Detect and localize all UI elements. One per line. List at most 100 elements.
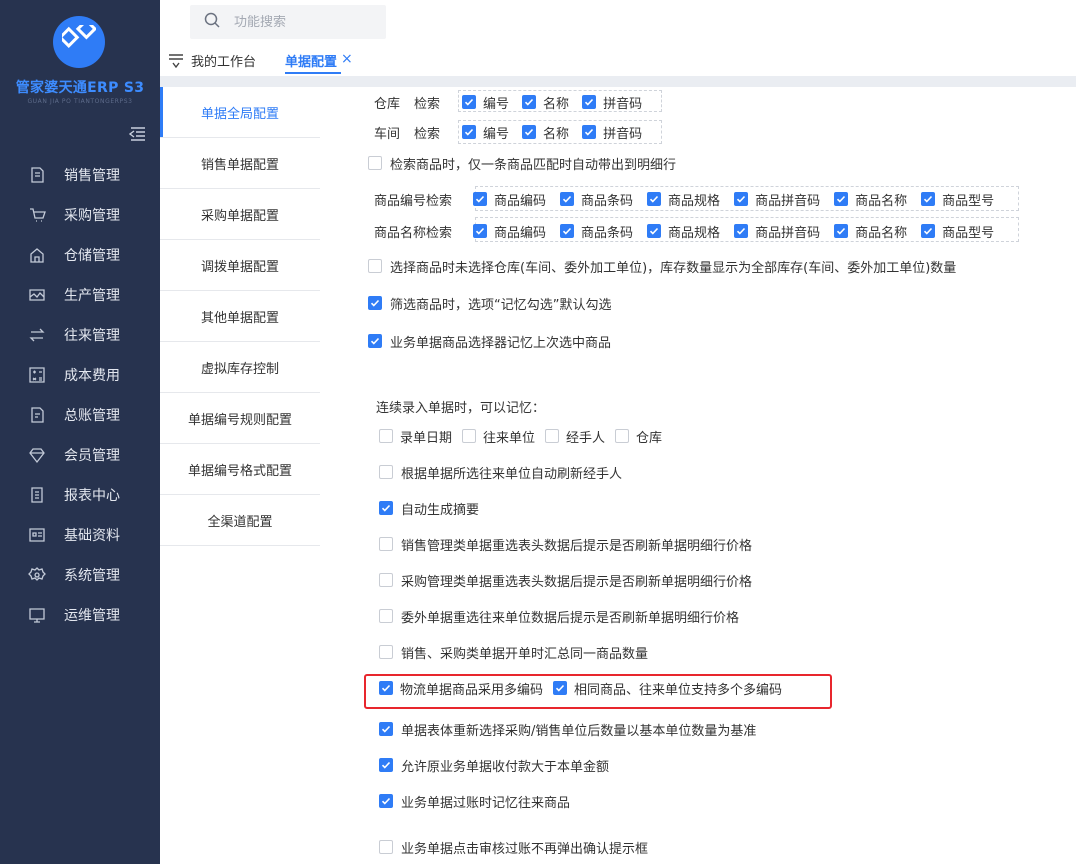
option-label: 经手人 [566, 430, 606, 446]
config-nav-item[interactable]: 全渠道配置 [160, 495, 320, 546]
checkbox-checked[interactable] [734, 192, 749, 206]
nav-item-1[interactable]: 销售管理 [0, 155, 160, 195]
settings-panel: 仓库 检索 编号 名称 拼音码 车间 检索 编号 名称 拼音码 检索商品时，仅一条商品匹配时自动带出… [320, 87, 1076, 864]
config-nav-item[interactable]: 单据编号规则配置 [160, 393, 320, 444]
checkbox-unchecked[interactable] [462, 429, 477, 443]
checkbox-checked[interactable] [582, 125, 597, 139]
checkbox-checked[interactable] [582, 95, 597, 109]
checkbox-checked[interactable] [921, 192, 936, 206]
checkbox-unchecked[interactable] [368, 156, 382, 170]
checkbox-checked[interactable] [734, 224, 749, 238]
checkbox-checked[interactable] [560, 192, 575, 206]
nav-item-11[interactable]: 系统管理 [0, 555, 160, 595]
option-label: 商品拼音码 [755, 225, 821, 241]
gear-icon [28, 566, 46, 584]
checkbox-unchecked[interactable] [379, 429, 393, 443]
nav-item-7[interactable]: 总账管理 [0, 395, 160, 435]
nav-item-9[interactable]: 报表中心 [0, 475, 160, 515]
config-nav-item[interactable]: 其他单据配置 [160, 291, 320, 342]
doc-option: 销售、采购类单据开单时汇总同一商品数量 [379, 642, 648, 662]
nav-item-2[interactable]: 采购管理 [0, 195, 160, 235]
tab-document-config[interactable]: 单据配置 [285, 51, 337, 70]
checkbox-checked[interactable] [379, 722, 393, 736]
nav-item-8[interactable]: 会员管理 [0, 435, 160, 475]
app-root: 管家婆天通ERP S3 GUAN JIA PO TIANTONGERPS3 销售… [0, 0, 1076, 864]
nav-item-4[interactable]: 生产管理 [0, 275, 160, 315]
nav-item-label: 成本费用 [64, 368, 120, 384]
checkbox-checked[interactable] [522, 125, 537, 139]
remember-last-option: 业务单据商品选择器记忆上次选中商品 [368, 331, 611, 351]
config-nav-item[interactable]: 虚拟库存控制 [160, 342, 320, 393]
nav-item-6[interactable]: 成本费用 [0, 355, 160, 395]
brand-name: 管家婆天通ERP S3 [15, 80, 145, 96]
tab-workbench[interactable]: 我的工作台 [191, 51, 256, 70]
option-label: 商品编码 [494, 225, 547, 241]
option-label: 商品名称 [855, 225, 908, 241]
search-icon [204, 12, 220, 32]
nav-item-5[interactable]: 往来管理 [0, 315, 160, 355]
checkbox-unchecked[interactable] [379, 537, 393, 551]
checkbox-checked[interactable] [473, 224, 488, 238]
checkbox-unchecked[interactable] [379, 840, 393, 854]
exchange-icon [28, 326, 46, 344]
checkbox-unchecked[interactable] [368, 259, 382, 273]
checkbox-checked[interactable] [473, 192, 488, 206]
checkbox-unchecked[interactable] [379, 609, 393, 623]
cart-icon [28, 206, 46, 224]
checkbox-unchecked[interactable] [379, 465, 393, 479]
checkbox-checked[interactable] [379, 794, 393, 808]
name-search-row: 商品名称检索 商品编码 商品条码 商品规格 商品拼音码 商品名称 商品型号 [374, 221, 994, 241]
single-match-option-label: 检索商品时，仅一条商品匹配时自动带出到明细行 [390, 157, 677, 173]
doc-option-label: 业务单据过账时记忆往来商品 [401, 795, 571, 811]
collapse-menu-icon[interactable] [128, 127, 147, 145]
config-nav-item[interactable]: 单据编号格式配置 [160, 444, 320, 495]
nav-item-12[interactable]: 运维管理 [0, 595, 160, 635]
tab-list-icon[interactable] [168, 54, 184, 72]
checkbox-checked[interactable] [560, 224, 575, 238]
search-input[interactable] [234, 14, 374, 30]
nav-item-label: 采购管理 [64, 208, 120, 224]
checkbox-checked[interactable] [647, 192, 662, 206]
option-label: 编号 [483, 126, 510, 142]
nav-item-label: 系统管理 [64, 568, 120, 584]
memory-select-option: 筛选商品时，选项“记忆勾选”默认勾选 [368, 293, 611, 313]
checkbox-checked[interactable] [379, 758, 393, 772]
checkbox-checked[interactable] [368, 334, 382, 348]
function-search[interactable] [190, 5, 386, 39]
checkbox-unchecked[interactable] [545, 429, 560, 443]
nav-item-label: 仓储管理 [64, 248, 120, 264]
nav-item-label: 会员管理 [64, 448, 120, 464]
checkbox-unchecked[interactable] [615, 429, 630, 443]
nav-item-label: 往来管理 [64, 328, 120, 344]
checkbox-checked[interactable] [462, 125, 477, 139]
code-search-row: 商品编号检索 商品编码 商品条码 商品规格 商品拼音码 商品名称 商品型号 [374, 189, 994, 209]
checkbox-checked[interactable] [522, 95, 537, 109]
checkbox-unchecked[interactable] [379, 645, 393, 659]
nav-item-10[interactable]: 基础资料 [0, 515, 160, 555]
checkbox-checked[interactable] [647, 224, 662, 238]
doc-option-label: 销售管理类单据重选表头数据后提示是否刷新单据明细行价格 [401, 538, 753, 554]
config-nav-item[interactable]: 采购单据配置 [160, 189, 320, 240]
tab-divider-band [160, 76, 1076, 87]
checkbox-checked[interactable] [368, 296, 382, 310]
checkbox-unchecked[interactable] [379, 573, 393, 587]
config-nav-item[interactable]: 单据全局配置 [160, 87, 320, 138]
checkbox-checked[interactable] [462, 95, 477, 109]
main-nav: 管家婆天通ERP S3 GUAN JIA PO TIANTONGERPS3 销售… [0, 0, 160, 864]
checkbox-checked[interactable] [379, 501, 393, 515]
config-nav-item[interactable]: 销售单据配置 [160, 138, 320, 189]
logo-icon [53, 16, 105, 68]
close-tab-icon[interactable]: × [341, 51, 353, 67]
sales-icon [28, 166, 46, 184]
checkbox-checked[interactable] [834, 224, 849, 238]
checkbox-checked[interactable] [834, 192, 849, 206]
single-match-option: 检索商品时，仅一条商品匹配时自动带出到明细行 [368, 153, 676, 173]
nav-item-3[interactable]: 仓储管理 [0, 235, 160, 275]
config-nav-item[interactable]: 调拨单据配置 [160, 240, 320, 291]
doc-option: 采购管理类单据重选表头数据后提示是否刷新单据明细行价格 [379, 570, 752, 590]
option-label: 拼音码 [603, 96, 643, 112]
continuous-title-text: 连续录入单据时，可以记忆： [376, 400, 546, 416]
warehouse-label: 仓库 [374, 96, 401, 112]
doc-option: 单据表体重新选择采购/销售单位后数量以基本单位数量为基准 [379, 719, 756, 739]
checkbox-checked[interactable] [921, 224, 936, 238]
